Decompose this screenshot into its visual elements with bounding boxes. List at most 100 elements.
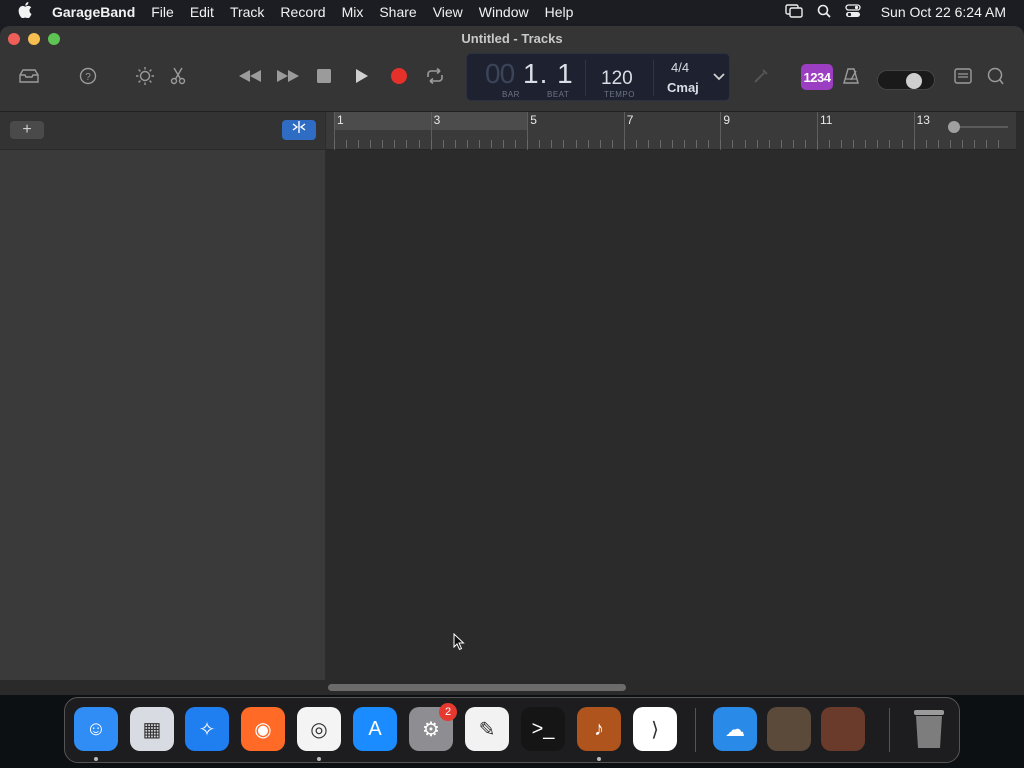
rewind-button[interactable] (237, 64, 263, 88)
horizontal-scrollbar-thumb[interactable] (328, 684, 626, 691)
loop-browser-icon[interactable] (983, 64, 1007, 88)
ruler-beat-tick (720, 140, 722, 148)
ruler-beat-tick (901, 140, 903, 148)
ruler-beat-tick (660, 140, 662, 148)
ruler-beat-tick (696, 140, 698, 148)
vertical-scrollbar[interactable] (1008, 150, 1024, 695)
dock-app-finder[interactable]: ☺ (74, 707, 118, 751)
dock-app-chrome[interactable]: ◎ (297, 707, 341, 751)
metronome-icon[interactable] (839, 64, 863, 88)
master-volume-slider[interactable] (877, 70, 935, 90)
horizontal-zoom-slider[interactable] (948, 120, 1010, 134)
dock-trash[interactable] (907, 707, 951, 751)
launchpad-icon: ▦ (142, 718, 162, 741)
dock-app-visual-studio-code[interactable]: ⟩ (633, 707, 677, 751)
lcd-bar-beat-value: 1. 1 (523, 58, 574, 89)
lcd-tempo-value[interactable]: 120 (601, 68, 633, 90)
record-button[interactable] (387, 64, 411, 88)
track-headers-panel: + (0, 112, 325, 695)
zoom-slider-thumb[interactable] (948, 121, 960, 133)
menu-app-name[interactable]: GarageBand (52, 4, 135, 20)
dock-app-system-settings[interactable]: ⚙ 2 (409, 703, 457, 751)
menu-view[interactable]: View (433, 4, 463, 20)
ruler-beat-tick (937, 140, 939, 148)
screen-mirroring-icon[interactable] (785, 3, 803, 21)
dock-minimized-window[interactable] (821, 707, 865, 751)
dock-app-garageband[interactable]: ♪ (577, 707, 621, 751)
dock-app-firefox[interactable]: ◉ (241, 707, 285, 751)
ruler-beat-tick (370, 140, 372, 148)
ruler-beat-tick (889, 140, 891, 148)
ruler-beat-tick (358, 140, 360, 148)
chrome-icon: ◎ (310, 718, 328, 741)
terminal-icon: >_ (531, 717, 555, 740)
lcd-beat-label: BEAT (547, 90, 570, 99)
menu-edit[interactable]: Edit (190, 4, 214, 20)
menu-track[interactable]: Track (230, 4, 264, 20)
dock-app-safari[interactable]: ✧ (185, 707, 229, 751)
ruler-beat-tick (503, 140, 505, 148)
trash-icon (914, 710, 944, 748)
editors-scissors-icon[interactable] (166, 64, 190, 88)
lcd-tempo-label: TEMPO (604, 90, 635, 99)
lcd-display[interactable]: 00 1. 1 BAR BEAT 120 TEMPO 4/4 Cmaj (466, 53, 730, 101)
ruler-beat-tick (780, 140, 782, 148)
spotlight-search-icon[interactable] (817, 4, 831, 21)
menu-clock[interactable]: Sun Oct 22 6:24 AM (881, 4, 1006, 20)
menu-mix[interactable]: Mix (342, 4, 364, 20)
tracks-area[interactable]: 1 3 5 7 9 11 13 (326, 112, 1024, 695)
ruler-beat-tick (611, 140, 613, 148)
lcd-separator (653, 60, 654, 96)
count-in-button[interactable]: 1234 (801, 64, 833, 90)
garageband-window: Untitled - Tracks ? 00 1. 1 BAR BEAT 120… (0, 26, 1024, 695)
menu-help[interactable]: Help (545, 4, 574, 20)
notepad-icon[interactable] (951, 64, 975, 88)
control-center-icon[interactable] (845, 3, 861, 21)
firefox-icon: ◉ (254, 718, 272, 741)
dock-app-textedit[interactable]: ✎ (465, 707, 509, 751)
apple-menu-icon[interactable] (18, 2, 38, 22)
stop-button[interactable] (312, 64, 336, 88)
ruler-beat-tick (466, 140, 468, 148)
dock-app-app-store[interactable]: A (353, 707, 397, 751)
cycle-button[interactable] (423, 64, 447, 88)
dock-app-launchpad[interactable]: ▦ (130, 707, 174, 751)
ruler-beat-tick (647, 140, 649, 148)
ruler-beat-tick (708, 140, 710, 148)
menu-share[interactable]: Share (379, 4, 416, 20)
fast-forward-button[interactable] (275, 64, 301, 88)
ruler-beat-tick (406, 140, 408, 148)
lcd-bar-label: BAR (502, 90, 520, 99)
menu-record[interactable]: Record (280, 4, 325, 20)
ruler-bar-number: 3 (433, 113, 441, 127)
dock-minimized-window[interactable] (767, 707, 811, 751)
catch-playhead-button[interactable] (282, 120, 316, 140)
ruler-beat-tick (442, 140, 444, 148)
dock-app-weather[interactable]: ☁ (713, 707, 757, 751)
ruler-bar-number: 13 (916, 113, 930, 127)
menu-window[interactable]: Window (479, 4, 529, 20)
dock-app-terminal[interactable]: >_ (521, 707, 565, 751)
horizontal-scrollbar[interactable] (0, 680, 1024, 695)
dock: ☺ ▦ ✧ ◉ ◎ A ⚙ 2 ✎ >_ ♪ ⟩ ☁ (64, 697, 960, 763)
zoom-slider-track (952, 126, 1008, 128)
lcd-time-signature[interactable]: 4/4 (671, 60, 689, 75)
lcd-key[interactable]: Cmaj (667, 80, 699, 95)
ruler-beat-tick (744, 140, 746, 148)
library-icon[interactable] (17, 64, 41, 88)
ruler-beat-tick (817, 140, 818, 148)
smart-controls-icon[interactable] (133, 64, 157, 88)
lcd-chevron-down-icon[interactable] (713, 68, 725, 84)
tuner-icon[interactable] (749, 64, 773, 88)
ruler-beat-tick (684, 140, 686, 148)
add-track-button[interactable]: + (10, 121, 44, 139)
menu-file[interactable]: File (151, 4, 174, 20)
ruler-beat-tick (430, 140, 432, 148)
ruler-beat-tick (672, 140, 674, 148)
ruler-beat-tick (527, 140, 529, 148)
system-settings-icon: ⚙ (422, 718, 440, 741)
timeline-ruler[interactable]: 1 3 5 7 9 11 13 (326, 112, 1016, 150)
quick-help-icon[interactable]: ? (76, 64, 100, 88)
volume-slider-knob[interactable] (906, 73, 922, 89)
play-button[interactable] (350, 64, 374, 88)
